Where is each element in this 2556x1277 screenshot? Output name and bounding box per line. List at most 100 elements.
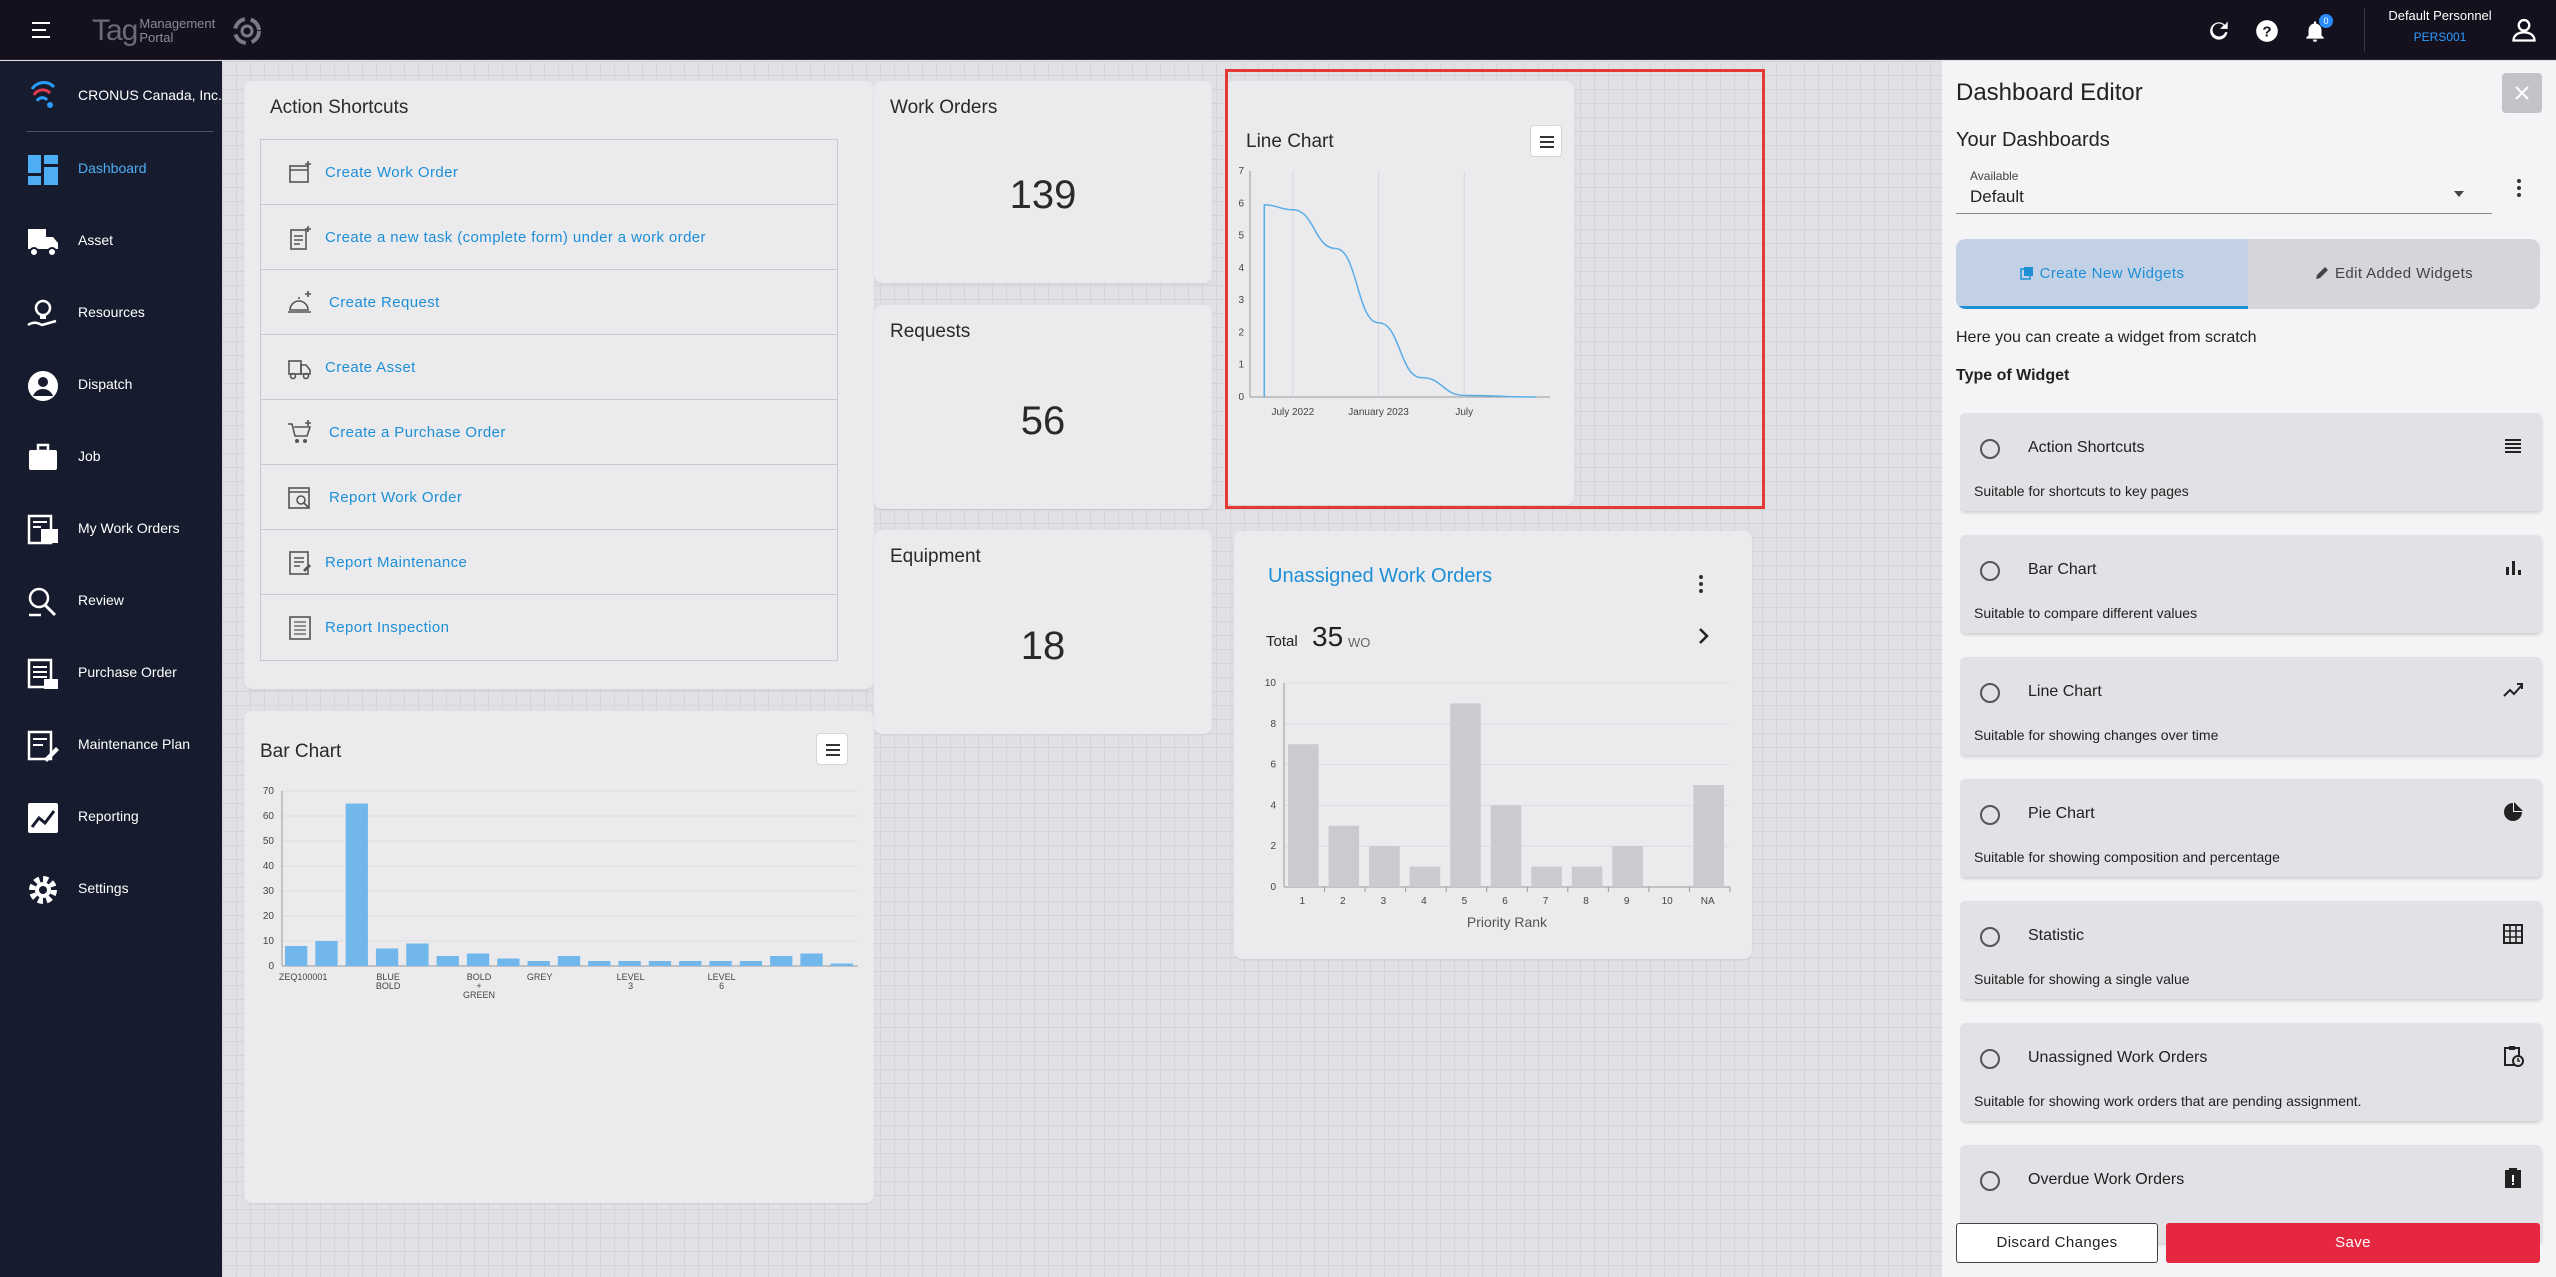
tab-label: Create New Widgets (2039, 265, 2185, 282)
sidebar-item-job[interactable]: Job (0, 429, 222, 485)
total-value: 35 (1312, 621, 1344, 652)
widget-option-name: Unassigned Work Orders (2028, 1049, 2208, 1066)
bar (345, 803, 368, 966)
help-icon[interactable]: ? (2254, 18, 2280, 44)
sidebar: CRONUS Canada, Inc. Dashboard Asset Reso… (0, 61, 222, 1277)
widget-option-description: Suitable to compare different values (1974, 605, 2198, 621)
widget-option-statistic[interactable]: Statistic Suitable for showing a single … (1960, 901, 2542, 999)
sidebar-item-reporting[interactable]: Reporting (0, 789, 222, 845)
shortcut-create-purchase-order[interactable]: Create a Purchase Order (261, 400, 837, 465)
sidebar-item-dashboard[interactable]: Dashboard (0, 141, 222, 197)
widget-title: Equipment (890, 546, 981, 567)
stat-value: 18 (1020, 624, 1066, 668)
radio-button[interactable] (1980, 439, 2000, 459)
bar (557, 956, 581, 966)
more-options-icon[interactable] (1698, 575, 1704, 597)
widget-title[interactable]: Unassigned Work Orders (1268, 565, 1492, 588)
sidebar-item-label: Job (78, 448, 101, 464)
shortcut-label: Create a Purchase Order (329, 424, 506, 441)
shortcut-create-request[interactable]: Create Request (261, 270, 837, 335)
refresh-icon[interactable] (2206, 18, 2232, 44)
tab-create-new-widgets[interactable]: Create New Widgets (1956, 239, 2248, 309)
sidebar-item-dispatch[interactable]: Dispatch (0, 357, 222, 413)
shortcut-report-inspection[interactable]: Report Inspection (261, 595, 837, 660)
x-tick-label: 1 (1299, 896, 1305, 907)
radio-button[interactable] (1980, 683, 2000, 703)
clipboard-alert-icon (2505, 1168, 2521, 1188)
user-name[interactable]: Default Personnel (2370, 8, 2510, 23)
svg-text:?: ? (2262, 23, 2271, 40)
x-tick-label: 5 (1462, 896, 1468, 907)
unassigned-work-orders-widget[interactable]: Unassigned Work Orders Total 35 WO 02468… (1234, 531, 1752, 959)
action-shortcuts-widget[interactable]: Action Shortcuts Create Work Order Creat… (244, 81, 874, 689)
more-options-icon[interactable] (2516, 179, 2522, 201)
sidebar-item-resources[interactable]: Resources (0, 285, 222, 341)
radio-button[interactable] (1980, 927, 2000, 947)
requests-stat-widget[interactable]: Requests 56 (874, 305, 1212, 509)
select-label: Available (1970, 169, 2019, 183)
x-tick-label: 9 (1624, 896, 1630, 907)
sidebar-item-purchase-order[interactable]: Purchase Order (0, 645, 222, 701)
bar (1531, 866, 1562, 887)
shortcut-report-work-order[interactable]: Report Work Order (261, 465, 837, 530)
sidebar-item-label: Dashboard (78, 160, 147, 176)
bar-chart-widget[interactable]: Bar Chart 0 10 20 30 40 50 60 70 ZEQ100001 BLUE BO… (244, 711, 874, 1203)
brand-logo[interactable]: Tag Management Portal (92, 12, 215, 50)
list-icon (2505, 439, 2521, 453)
y-tick-label: 70 (263, 786, 275, 797)
bar (800, 953, 823, 966)
sidebar-item-settings[interactable]: Settings (0, 861, 222, 917)
widget-option-action-shortcuts[interactable]: Action Shortcuts Suitable for shortcuts … (1960, 413, 2542, 511)
bar (739, 961, 763, 966)
chevron-right-icon[interactable] (1696, 627, 1712, 645)
chart-line-icon (28, 803, 58, 833)
y-tick-label: 40 (263, 861, 275, 872)
widget-title: Action Shortcuts (270, 97, 409, 118)
user-account-icon[interactable] (2510, 16, 2538, 44)
close-button[interactable] (2502, 73, 2542, 113)
select-value: Default (1970, 187, 2024, 206)
brand-tag: Tag (92, 14, 138, 47)
bar-chart: 010203040506070ZEQ100001 BLUEBOLDBOLD+GRE… (263, 786, 858, 1000)
sidebar-item-my-work-orders[interactable]: My Work Orders (0, 501, 222, 557)
radio-button[interactable] (1980, 1049, 2000, 1069)
bar (1328, 825, 1360, 887)
company-switcher[interactable]: CRONUS Canada, Inc. (0, 61, 222, 131)
sidebar-item-review[interactable]: Review (0, 573, 222, 629)
cart-add-icon (288, 420, 312, 443)
widget-option-unassigned-work-orders[interactable]: Unassigned Work Orders Suitable for show… (1960, 1023, 2542, 1121)
discard-changes-button[interactable]: Discard Changes (1956, 1223, 2158, 1263)
equipment-stat-widget[interactable]: Equipment 18 (874, 530, 1212, 734)
tab-edit-added-widgets[interactable]: Edit Added Widgets (2248, 239, 2540, 309)
x-tick-label: 3 (1381, 896, 1387, 907)
shortcut-report-maintenance[interactable]: Report Maintenance (261, 530, 837, 595)
sidebar-item-maintenance-plan[interactable]: Maintenance Plan (0, 717, 222, 773)
bar (830, 963, 853, 966)
shortcut-create-work-order[interactable]: Create Work Order (261, 140, 837, 205)
chart-menu-button[interactable] (816, 733, 848, 765)
radio-button[interactable] (1980, 561, 2000, 581)
x-tick-label: GREEN (463, 990, 495, 1000)
bar (1369, 846, 1400, 887)
widget-type-list: Action Shortcuts Suitable for shortcuts … (1960, 413, 2544, 1249)
y-tick-label: 20 (263, 911, 275, 922)
radio-button[interactable] (1980, 805, 2000, 825)
lightbulb-hand-icon (27, 299, 57, 327)
widget-option-bar-chart[interactable]: Bar Chart Suitable to compare different … (1960, 535, 2542, 633)
work-orders-stat-widget[interactable]: Work Orders 139 (874, 81, 1212, 283)
save-button[interactable]: Save (2166, 1223, 2540, 1263)
notification-badge: 0 (2319, 14, 2333, 28)
sidebar-item-asset[interactable]: Asset (0, 213, 222, 269)
x-tick-label: 3 (628, 981, 633, 991)
widget-option-pie-chart[interactable]: Pie Chart Suitable for showing compositi… (1960, 779, 2542, 877)
editor-description: Here you can create a widget from scratc… (1956, 329, 2257, 346)
widget-option-line-chart[interactable]: Line Chart Suitable for showing changes … (1960, 657, 2542, 755)
radio-button[interactable] (1980, 1171, 2000, 1191)
menu-icon[interactable] (32, 22, 54, 40)
pie-chart-icon (2504, 802, 2523, 821)
bar (406, 943, 429, 966)
shortcut-create-asset[interactable]: Create Asset (261, 335, 837, 400)
shortcut-label: Create a new task (complete form) under … (325, 229, 706, 246)
shortcut-create-task[interactable]: Create a new task (complete form) under … (261, 205, 837, 270)
x-tick-label: ZEQ100001 (279, 972, 328, 982)
